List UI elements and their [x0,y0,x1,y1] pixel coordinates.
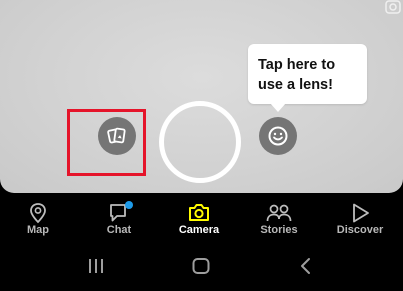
tab-map[interactable]: Map [3,193,73,241]
camera-viewfinder[interactable]: Tap here to use a lens! [0,0,403,193]
tab-camera-label: Camera [178,224,220,236]
snapchat-camera-screen: Tap here to use a lens! Map Chat Camera … [0,0,403,291]
android-navigation-bar [0,241,403,291]
camera-icon [189,204,209,221]
stories-people-icon [266,204,292,222]
recents-icon[interactable] [84,255,108,277]
tooltip-pointer [270,103,286,112]
discover-play-icon [353,203,369,223]
lens-button[interactable] [259,117,297,155]
lens-tooltip: Tap here to use a lens! [248,44,367,104]
tab-discover-label: Discover [336,224,384,236]
tab-stories[interactable]: Stories [244,193,314,241]
tab-chat-label: Chat [106,224,132,236]
smiley-lens-icon [268,126,288,146]
tab-chat[interactable]: Chat [84,193,154,241]
tab-stories-label: Stories [260,224,298,236]
tab-map-label: Map [27,224,49,236]
memories-cards-icon [107,127,126,144]
tooltip-line-2: use a lens! [258,77,333,93]
home-icon[interactable] [189,255,213,277]
map-pin-icon [30,203,46,224]
tab-camera[interactable]: Camera [164,193,234,241]
chat-notification-badge [125,201,133,209]
tab-discover[interactable]: Discover [325,193,395,241]
tooltip-line-1: Tap here to [258,57,336,73]
memories-button[interactable] [98,117,136,155]
back-icon[interactable] [294,255,318,277]
capture-button[interactable] [159,101,241,183]
flash-icon[interactable] [385,0,401,14]
bottom-tab-bar: Map Chat Camera Stories Discover [0,193,403,241]
